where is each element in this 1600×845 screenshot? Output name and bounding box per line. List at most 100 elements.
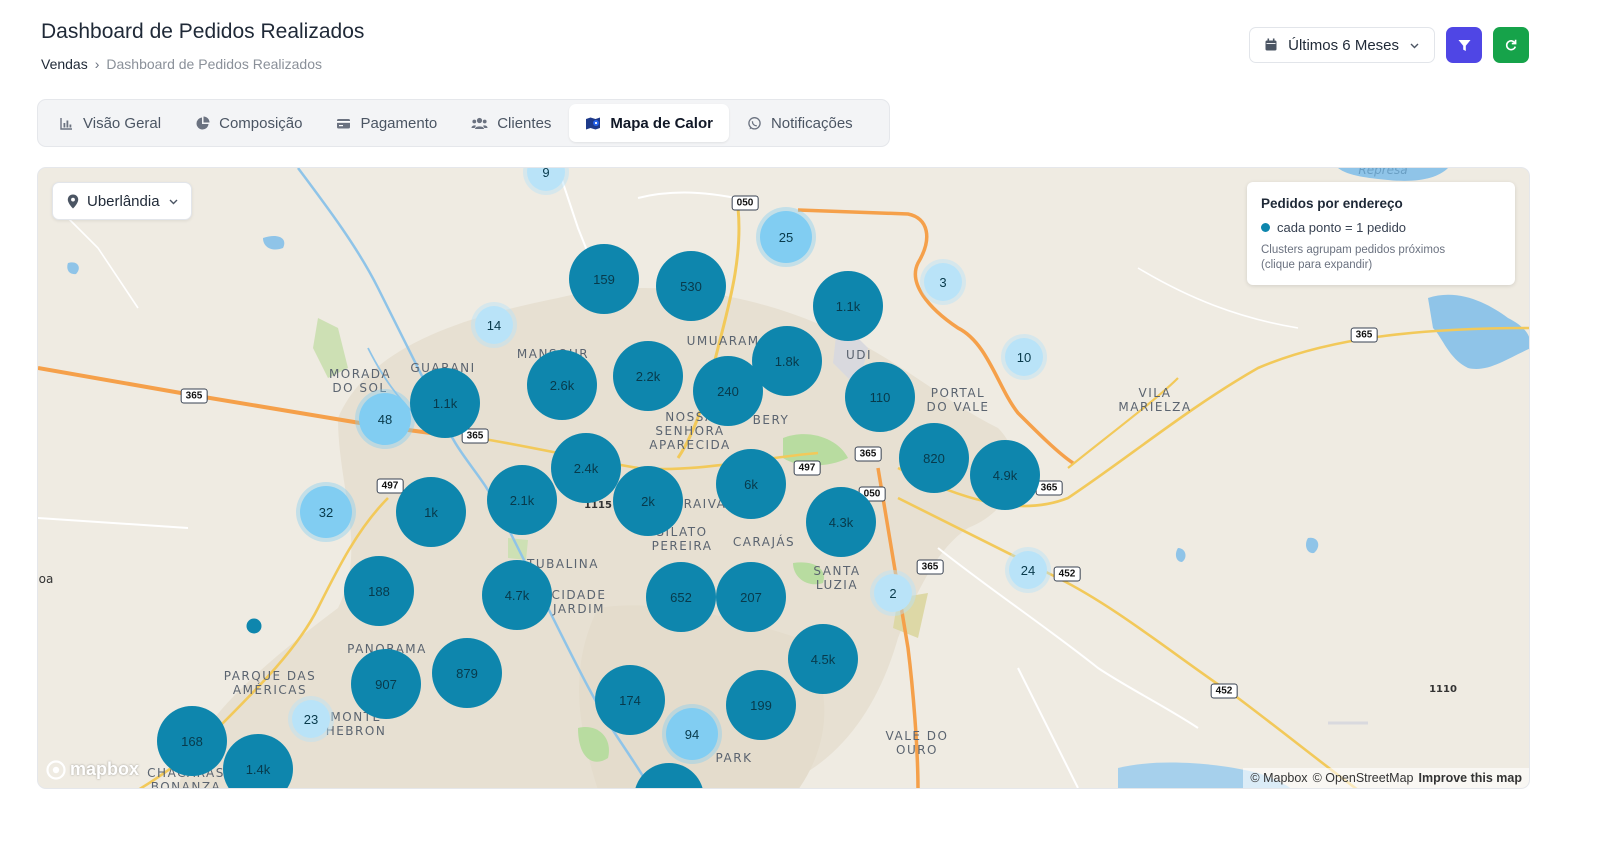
bar-chart-icon [60, 117, 72, 130]
map-cluster[interactable]: 188 [344, 556, 414, 626]
map-cluster[interactable]: 652 [646, 562, 716, 632]
map-cluster[interactable]: 4.7k [482, 560, 552, 630]
period-select-label: Últimos 6 Meses [1288, 36, 1399, 54]
street [57, 207, 139, 309]
tab-label: Composição [219, 114, 303, 132]
tab-visao-geral[interactable]: Visão Geral [43, 104, 177, 142]
map-cluster[interactable]: 3 [924, 263, 962, 301]
map-cluster[interactable]: 907 [351, 649, 421, 719]
route-label: 1110 [1429, 684, 1457, 695]
map-cluster[interactable]: 199 [726, 670, 796, 740]
map-cluster[interactable]: 240 [693, 356, 763, 426]
map-cluster[interactable]: 23 [292, 700, 330, 738]
map-cluster[interactable]: 207 [716, 562, 786, 632]
map-cluster[interactable]: 32 [300, 486, 352, 538]
map-cluster[interactable]: 4.5k [788, 624, 858, 694]
map-cluster[interactable]: 174 [595, 665, 665, 735]
legend-note: Clusters agrupam pedidos próximos (clique… [1261, 244, 1446, 271]
route-shield: 365 [1350, 327, 1378, 343]
place-label-udi: UDI [845, 348, 873, 362]
mapbox-logo[interactable]: mapbox [46, 759, 139, 780]
map-cluster[interactable]: 1.1k [813, 271, 883, 341]
tab-mapa-de-calor[interactable]: Mapa de Calor [569, 104, 729, 142]
map-attribution: © Mapbox © OpenStreetMap Improve this ma… [1243, 768, 1529, 788]
filter-button[interactable] [1446, 27, 1482, 63]
breadcrumb: Vendas › Dashboard de Pedidos Realizados [41, 56, 322, 72]
chevron-down-icon [1410, 43, 1419, 48]
map-cluster[interactable]: 879 [432, 638, 502, 708]
header-actions: Últimos 6 Meses [1249, 27, 1529, 63]
lake [1306, 537, 1319, 554]
map-cluster[interactable]: 2 [874, 574, 912, 612]
pie-chart-icon [196, 116, 210, 129]
map-cluster[interactable]: 10 [1005, 338, 1043, 376]
map-cluster[interactable]: 530 [656, 251, 726, 321]
tab-pagamento[interactable]: Pagamento [320, 104, 453, 142]
lake [1175, 548, 1186, 562]
map-cluster[interactable]: 1.1k [410, 368, 480, 438]
map-cluster[interactable]: 820 [899, 423, 969, 493]
map-pin-icon [67, 194, 79, 208]
tab-notificacoes[interactable]: Notificações [731, 104, 869, 142]
map-cluster[interactable]: 159 [569, 244, 639, 314]
improve-map-link[interactable]: Improve this map [1419, 771, 1523, 785]
tab-clientes[interactable]: Clientes [455, 104, 567, 142]
place-label-bery: BERY [752, 413, 790, 427]
place-label-parque-das-americas: PARQUE DAS AMÉRICAS [223, 669, 317, 697]
map-cluster[interactable]: 4.3k [806, 487, 876, 557]
route-shield: 365 [180, 388, 208, 404]
map-point[interactable] [246, 618, 262, 634]
chevron-down-icon [169, 199, 178, 204]
map-cluster[interactable]: 110 [845, 362, 915, 432]
whatsapp-icon [748, 116, 761, 130]
breadcrumb-root-link[interactable]: Vendas [41, 56, 88, 72]
tab-bar: Visão Geral Composição Pagamento Cliente… [37, 99, 890, 147]
tab-label: Mapa de Calor [610, 114, 713, 132]
place-label-oa: oa [38, 572, 54, 586]
map-cluster[interactable]: 94 [666, 708, 718, 760]
tab-label: Notificações [770, 114, 853, 132]
page-title: Dashboard de Pedidos Realizados [41, 20, 365, 43]
tab-label: Clientes [497, 114, 552, 132]
legend-item: cada ponto = 1 pedido [1261, 220, 1501, 235]
place-label-santa-luzia: SANTA LUZIA [813, 564, 861, 592]
map-cluster[interactable]: 6k [716, 449, 786, 519]
map-cluster[interactable]: 1k [396, 477, 466, 547]
breadcrumb-current: Dashboard de Pedidos Realizados [106, 56, 322, 72]
refresh-icon [1505, 39, 1517, 51]
map-cluster[interactable]: 2.6k [527, 350, 597, 420]
map-cluster[interactable]: 25 [760, 211, 812, 263]
city-select[interactable]: Uberlândia [52, 182, 192, 220]
legend-dot-icon [1261, 223, 1270, 232]
map-cluster[interactable]: 2k [613, 466, 683, 536]
breadcrumb-separator: › [94, 56, 100, 72]
map-cluster[interactable]: 2.1k [487, 465, 557, 535]
map-cluster[interactable]: 14 [475, 306, 513, 344]
map-cluster[interactable]: 48 [359, 393, 411, 445]
street [1017, 667, 1079, 788]
attribution-mapbox-link[interactable]: © Mapbox [1250, 771, 1307, 785]
route-shield: 050 [731, 195, 759, 211]
period-select[interactable]: Últimos 6 Meses [1249, 27, 1435, 63]
map-cluster[interactable]: 4.9k [970, 440, 1040, 510]
mapbox-logo-icon [46, 759, 66, 780]
map-cluster[interactable]: 168 [157, 706, 227, 776]
lake [67, 262, 79, 275]
place-label-represa: Represa [1358, 167, 1408, 177]
attribution-osm-link[interactable]: © OpenStreetMap [1313, 771, 1414, 785]
legend-item-label: cada ponto = 1 pedido [1277, 220, 1407, 235]
route-shield: 497 [376, 478, 404, 494]
heat-map[interactable]: MORADADO SOL GUARANI MANSOUR UMUARAMA UD… [37, 167, 1530, 789]
map-cluster[interactable]: 2.4k [551, 433, 621, 503]
route-shield: 452 [1053, 566, 1081, 582]
city-select-label: Uberlândia [87, 192, 160, 210]
map-cluster[interactable]: 2.2k [613, 341, 683, 411]
map-cluster[interactable]: 24 [1009, 551, 1047, 589]
filter-icon [1458, 39, 1470, 51]
map-legend: Pedidos por endereço cada ponto = 1 pedi… [1247, 182, 1515, 285]
tab-composicao[interactable]: Composição [179, 104, 318, 142]
route-shield: 365 [854, 446, 882, 462]
place-label-park: PARK [715, 751, 753, 765]
road [38, 517, 189, 529]
refresh-button[interactable] [1493, 27, 1529, 63]
